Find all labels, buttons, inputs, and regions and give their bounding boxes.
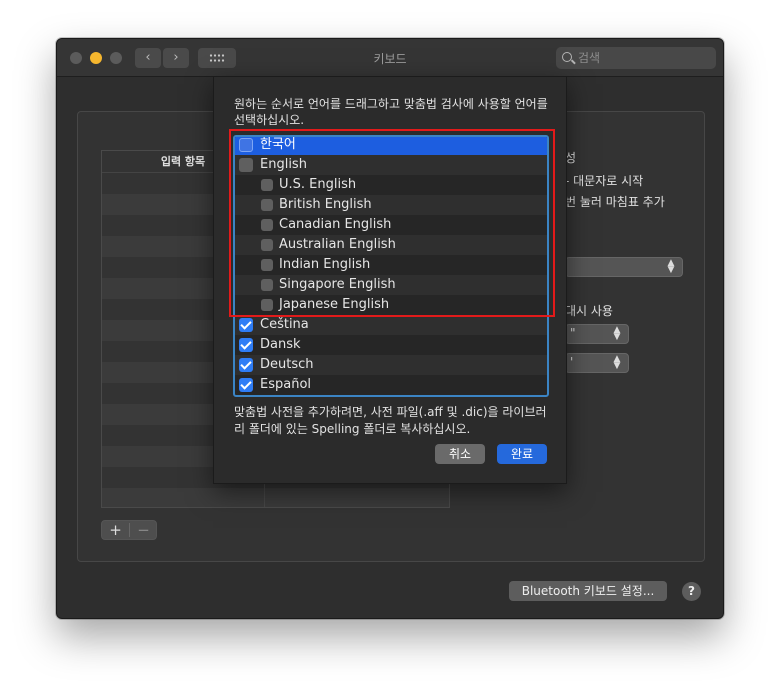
smart-quotes-option-text: 대시 사용 [565, 304, 613, 318]
remove-button[interactable]: − [130, 521, 157, 539]
language-checkbox[interactable] [261, 219, 273, 231]
title-bar: ‹ › 키보드 검색 [57, 39, 723, 77]
language-row[interactable]: 한국어 [235, 137, 547, 155]
add-remove-control: + − [101, 520, 157, 540]
done-button[interactable]: 완료 [497, 444, 547, 464]
search-placeholder: 검색 [578, 51, 601, 65]
language-row[interactable]: English [235, 155, 547, 175]
language-list[interactable]: 한국어 English U.S. English British English Can… [233, 135, 549, 397]
sheet-prompt: 원하는 순서로 언어를 드래그하고 맞춤법 검사에 사용할 언어를 선택하십시오… [234, 97, 548, 127]
language-label: Canadian English [279, 217, 392, 232]
language-row[interactable]: Singapore English [235, 275, 547, 295]
add-button[interactable]: + [102, 521, 129, 539]
language-checkbox[interactable] [261, 199, 273, 211]
language-checkbox[interactable] [261, 239, 273, 251]
language-label: Español [260, 377, 312, 392]
language-checkbox[interactable] [239, 318, 253, 332]
help-button[interactable]: ? [682, 582, 701, 601]
language-checkbox[interactable] [261, 279, 273, 291]
language-label: Australian English [279, 237, 396, 252]
language-label: Deutsch [260, 357, 314, 372]
language-row[interactable]: Español [235, 375, 547, 395]
period-shortcut-option-text: 번 눌러 마침표 추가 [565, 195, 665, 209]
cancel-button[interactable]: 취소 [435, 444, 485, 464]
capitalize-option-text: - 대문자로 시작 [565, 174, 644, 188]
language-row[interactable]: British English [235, 195, 547, 215]
chevron-updown-icon: ▲ ▼ [667, 258, 675, 275]
chevron-updown-icon: ▲ ▼ [613, 325, 621, 342]
language-checkbox[interactable] [239, 158, 253, 172]
language-row[interactable]: Dansk [235, 335, 547, 355]
language-label: Singapore English [279, 277, 396, 292]
language-label: 한국어 [260, 137, 296, 152]
language-label: British English [279, 197, 372, 212]
language-row[interactable]: Deutsch [235, 355, 547, 375]
double-quote-popup[interactable]: " ▲ ▼ [565, 324, 629, 344]
language-row[interactable]: Australian English [235, 235, 547, 255]
search-field[interactable]: 검색 [556, 47, 716, 69]
language-row[interactable]: Indian English [235, 255, 547, 275]
language-checkbox[interactable] [261, 299, 273, 311]
single-quote-popup[interactable]: ' ▲ ▼ [565, 353, 629, 373]
language-label: U.S. English [279, 177, 357, 192]
language-label: Indian English [279, 257, 371, 272]
language-row[interactable]: Canadian English [235, 215, 547, 235]
language-checkbox[interactable] [261, 259, 273, 271]
search-icon [562, 52, 572, 62]
language-row[interactable]: Japanese English [235, 295, 547, 315]
language-checkbox[interactable] [261, 179, 273, 191]
spelling-popup[interactable]: ▲ ▼ [565, 257, 683, 277]
dictionary-note: 맞춤법 사전을 추가하려면, 사전 파일(.aff 및 .dic)을 라이브러리… [234, 405, 547, 436]
bluetooth-keyboard-setup-button[interactable]: Bluetooth 키보드 설정... [509, 581, 667, 601]
language-checkbox[interactable] [239, 358, 253, 372]
language-label: Dansk [260, 337, 301, 352]
language-row[interactable]: U.S. English [235, 175, 547, 195]
language-label: Čeština [260, 317, 309, 332]
language-checkbox[interactable] [239, 378, 253, 392]
language-label: English [260, 157, 307, 172]
language-checkbox[interactable] [239, 138, 253, 152]
spelling-languages-sheet: 원하는 순서로 언어를 드래그하고 맞춤법 검사에 사용할 언어를 선택하십시오… [213, 76, 567, 484]
language-checkbox[interactable] [239, 338, 253, 352]
double-quote-value: " [570, 326, 576, 340]
language-row[interactable]: Čeština [235, 315, 547, 335]
language-label: Japanese English [279, 297, 390, 312]
chevron-updown-icon: ▲ ▼ [613, 354, 621, 371]
single-quote-value: ' [570, 355, 574, 369]
